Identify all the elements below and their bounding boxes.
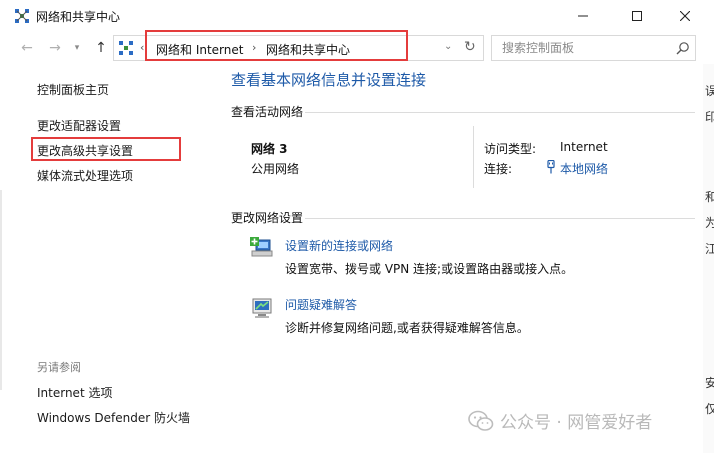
local-network-link[interactable]: 本地网络 <box>560 160 608 177</box>
search-icon[interactable] <box>676 41 690 55</box>
forward-button[interactable]: → <box>44 38 66 58</box>
network-center-icon <box>15 9 29 23</box>
see-also-heading: 另请参阅 <box>37 361 81 374</box>
defender-firewall-link[interactable]: Windows Defender 防火墙 <box>37 409 190 426</box>
connections-label: 连接: <box>484 162 513 176</box>
search-input[interactable] <box>492 36 672 60</box>
wechat-icon <box>468 410 494 431</box>
divider <box>305 112 695 113</box>
network-center-icon <box>119 41 133 55</box>
window-title: 网络和共享中心 <box>36 10 121 24</box>
breadcrumb-root-chevron-icon[interactable]: ‹ <box>140 41 144 54</box>
address-dropdown-icon[interactable]: ⌄ <box>444 41 452 52</box>
maximize-icon <box>632 11 642 21</box>
edge-char: 仅 <box>705 402 714 416</box>
back-button[interactable]: ← <box>16 38 38 58</box>
access-type-value: Internet <box>560 140 608 154</box>
setup-new-connection-link[interactable]: 设置新的连接或网络 <box>285 237 393 254</box>
media-streaming-options-link[interactable]: 媒体流式处理选项 <box>37 167 133 184</box>
edge-char: 安 <box>705 376 714 390</box>
close-icon <box>680 11 690 21</box>
internet-options-link[interactable]: Internet 选项 <box>37 384 112 401</box>
active-networks-heading: 查看活动网络 <box>231 105 304 119</box>
left-pane: 控制面板主页 更改适配器设置 更改高级共享设置 媒体流式处理选项 另请参阅 In… <box>0 64 218 453</box>
breadcrumb-network-sharing-center[interactable]: 网络和共享中心 <box>266 41 350 58</box>
edge-char: 印 <box>705 110 714 124</box>
divider <box>473 126 474 188</box>
up-button[interactable]: ↑ <box>90 38 112 58</box>
address-bar[interactable]: ‹ 网络和 Internet › 网络和共享中心 ⌄ ↻ <box>113 35 484 61</box>
setup-new-connection-description: 设置宽带、拨号或 VPN 连接;或设置路由器或接入点。 <box>285 262 574 276</box>
edge-char: 误 <box>705 84 714 98</box>
background-window-edge <box>0 190 2 390</box>
edge-char: 和 <box>705 190 714 204</box>
arrow-left-icon: ← <box>21 40 33 56</box>
access-type-label: 访问类型: <box>484 142 537 156</box>
network-name: 网络 3 <box>251 142 288 156</box>
background-window-fragment: 误 印 和 为 江 安 仅 <box>703 64 714 453</box>
change-network-settings-heading: 更改网络设置 <box>231 211 304 225</box>
troubleshoot-problems-link[interactable]: 问题疑难解答 <box>285 296 357 313</box>
arrow-up-icon: ↑ <box>95 40 107 56</box>
change-adapter-settings-link[interactable]: 更改适配器设置 <box>37 117 121 134</box>
troubleshoot-icon <box>252 298 272 318</box>
watermark-text: 公众号 · 网管爱好者 <box>500 413 653 433</box>
breadcrumb-network-internet[interactable]: 网络和 Internet <box>156 41 243 58</box>
minimize-button[interactable] <box>560 0 606 32</box>
page-title: 查看基本网络信息并设置连接 <box>231 71 427 89</box>
edge-char: 江 <box>705 242 714 256</box>
new-connection-icon <box>250 237 273 257</box>
chevron-down-icon: ▾ <box>74 43 80 53</box>
divider <box>305 218 695 219</box>
watermark: 公众号 · 网管爱好者 <box>468 408 652 433</box>
title-bar: 网络和共享中心 <box>0 0 714 32</box>
ethernet-icon <box>547 160 555 174</box>
maximize-button[interactable] <box>614 0 660 32</box>
close-button[interactable] <box>662 0 708 32</box>
arrow-right-icon: → <box>49 40 61 56</box>
recent-locations-button[interactable]: ▾ <box>70 38 84 58</box>
minimize-icon <box>578 15 588 17</box>
troubleshoot-problems-description: 诊断并修复网络问题,或者获得疑难解答信息。 <box>285 321 529 335</box>
search-box[interactable] <box>491 35 696 61</box>
control-panel-home-link[interactable]: 控制面板主页 <box>37 81 109 98</box>
refresh-icon[interactable]: ↻ <box>464 39 476 55</box>
network-category: 公用网络 <box>251 162 300 176</box>
change-advanced-sharing-link[interactable]: 更改高级共享设置 <box>37 142 133 159</box>
breadcrumb-separator[interactable]: › <box>252 41 256 54</box>
edge-char: 为 <box>705 216 714 230</box>
